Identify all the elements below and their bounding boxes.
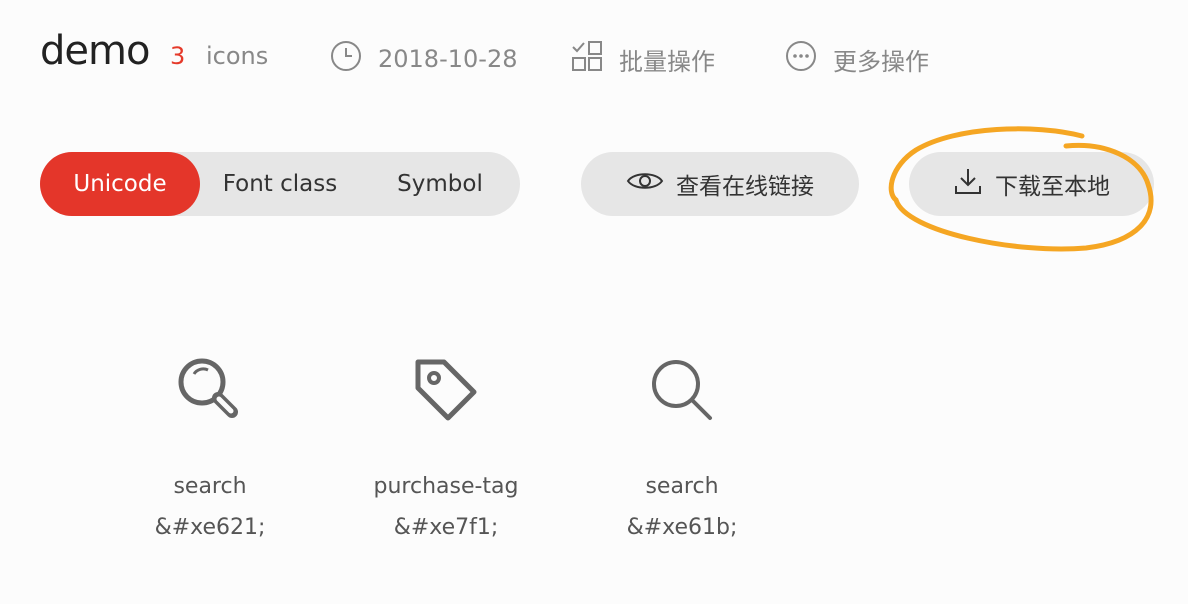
icon-name: purchase-tag [373,474,519,499]
view-online-link-button[interactable]: 查看在线链接 [581,152,859,216]
search-thick-icon [172,340,248,440]
icon-code: &#xe61b; [626,515,738,540]
tab-symbol[interactable]: Symbol [360,152,520,216]
icon-count-unit: icons [206,42,269,70]
tab-font-class[interactable]: Font class [200,152,360,216]
icon-card[interactable]: purchase-tag &#xe7f1; [328,340,564,540]
more-operations-label: 更多操作 [833,47,929,76]
icon-name: search [645,474,719,499]
view-online-link-label: 查看在线链接 [676,174,814,200]
format-tabs: Unicode Font class Symbol [40,152,520,216]
icon-code: &#xe7f1; [393,515,499,540]
grid-checklist-icon [571,40,603,78]
search-thin-icon [644,340,720,440]
icon-count: 3 [170,42,186,70]
icon-card[interactable]: search &#xe621; [92,340,328,540]
icon-card[interactable]: search &#xe61b; [564,340,800,540]
icon-grid: search &#xe621; purchase-tag &#xe7f1; se… [92,340,800,540]
tab-unicode[interactable]: Unicode [40,152,200,216]
batch-operation-label: 批量操作 [619,47,715,76]
download-local-button[interactable]: 下载至本地 [909,152,1154,216]
download-local-label: 下载至本地 [995,174,1110,200]
date-text: 2018-10-28 [378,45,518,73]
date-meta: 2018-10-28 [330,40,517,78]
download-icon [953,166,983,202]
clock-icon [330,40,362,78]
tag-icon [408,340,484,440]
icon-code: &#xe621; [154,515,266,540]
batch-operation-button[interactable]: 批量操作 [571,40,715,78]
project-name: demo [40,28,150,74]
more-dots-icon [785,40,817,78]
more-operations-button[interactable]: 更多操作 [785,40,929,78]
header: demo 3 icons 2018-10-28 批量操作 更多操作 [40,26,1168,86]
eye-icon [626,169,664,199]
icon-name: search [173,474,247,499]
